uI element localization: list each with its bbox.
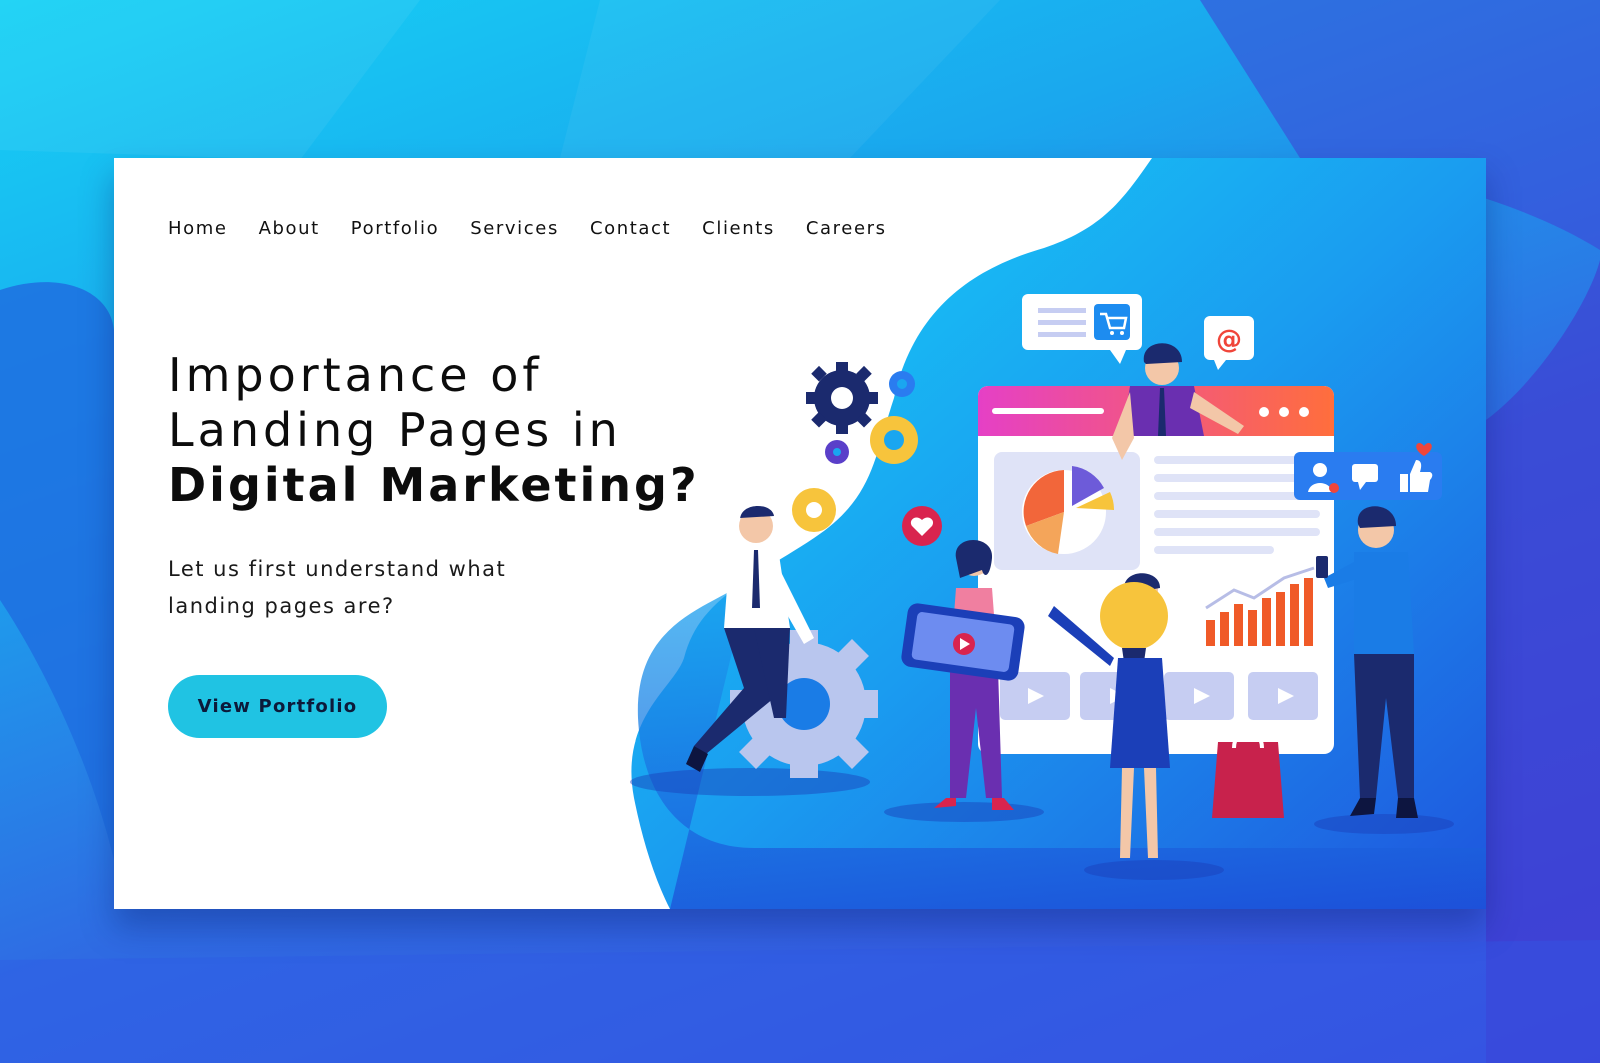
hero-title-line-2: Landing Pages in [168,403,622,457]
nav-link-clients[interactable]: Clients [702,218,775,239]
hero-title-line-1: Importance of [168,348,543,402]
top-navigation: Home About Portfolio Services Contact Cl… [168,218,918,239]
shopping-bag-icon [1212,729,1284,818]
landing-card: @ Home About Portfolio Services Contact … [114,158,1486,909]
hero-illustration: @ [630,158,1486,909]
nav-link-contact[interactable]: Contact [590,218,671,239]
nav-link-about[interactable]: About [259,218,320,239]
nav-link-careers[interactable]: Careers [806,218,887,239]
nav-link-portfolio[interactable]: Portfolio [351,218,439,239]
heart-icon [902,506,942,546]
hero-subtitle: Let us first understand what landing pag… [168,557,507,618]
svg-text:@: @ [1216,325,1242,355]
nav-link-home[interactable]: Home [168,218,228,239]
hero-headline: Importance of Landing Pages in Digital M… [168,348,768,513]
hero-title-line-3: Digital Marketing? [168,458,700,512]
view-portfolio-button[interactable]: View Portfolio [168,675,387,738]
nav-link-services[interactable]: Services [470,218,559,239]
